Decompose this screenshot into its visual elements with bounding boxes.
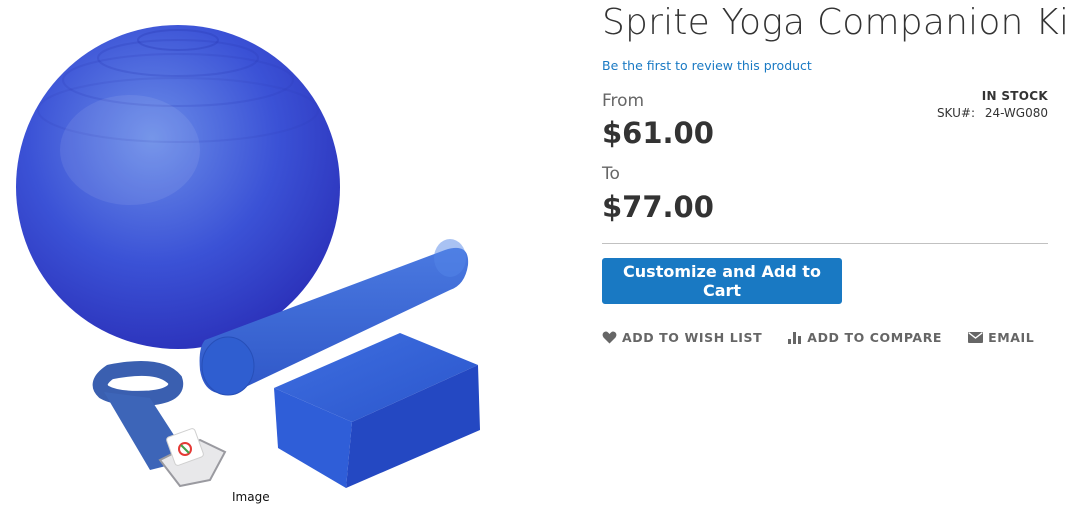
sku-label: SKU#: xyxy=(936,106,975,120)
sku-row: SKU#: 24-WG080 xyxy=(937,106,1048,120)
product-image[interactable] xyxy=(0,0,520,521)
bar-chart-icon xyxy=(788,331,802,344)
add-to-wishlist-link[interactable]: ADD TO WISH LIST xyxy=(602,330,762,345)
customize-add-to-cart-button[interactable]: Customize and Add to Cart xyxy=(602,258,842,304)
product-media: Image xyxy=(0,0,520,521)
wishlist-label: ADD TO WISH LIST xyxy=(622,330,763,345)
product-page: Image Sprite Yoga Companion Kit Be the f… xyxy=(0,0,1066,521)
sku-value: 24-WG080 xyxy=(984,106,1048,120)
price-from-value: $61.00 xyxy=(602,116,714,150)
price-to-value: $77.00 xyxy=(602,190,714,224)
page-title: Sprite Yoga Companion Kit xyxy=(602,2,1066,43)
envelope-icon xyxy=(968,332,984,343)
add-to-compare-link[interactable]: ADD TO COMPARE xyxy=(788,330,942,345)
price-to-label: To xyxy=(602,164,620,184)
heart-icon xyxy=(602,331,617,344)
review-link[interactable]: Be the first to review this product xyxy=(602,58,812,73)
stock-info: IN STOCK SKU#: 24-WG080 xyxy=(937,89,1048,120)
stock-status-badge: IN STOCK xyxy=(981,89,1048,103)
product-info: Sprite Yoga Companion Kit Be the first t… xyxy=(602,0,1066,521)
image-caption: Image xyxy=(232,490,270,504)
exercise-ball xyxy=(16,25,340,349)
yoga-strap xyxy=(92,360,227,488)
email-label: EMAIL xyxy=(988,330,1035,345)
email-link[interactable]: EMAIL xyxy=(968,330,1034,345)
product-actions: ADD TO WISH LIST ADD TO COMPARE EMAIL xyxy=(602,330,1060,345)
divider xyxy=(602,243,1048,244)
price-from-label: From xyxy=(602,91,645,111)
compare-label: ADD TO COMPARE xyxy=(807,330,943,345)
